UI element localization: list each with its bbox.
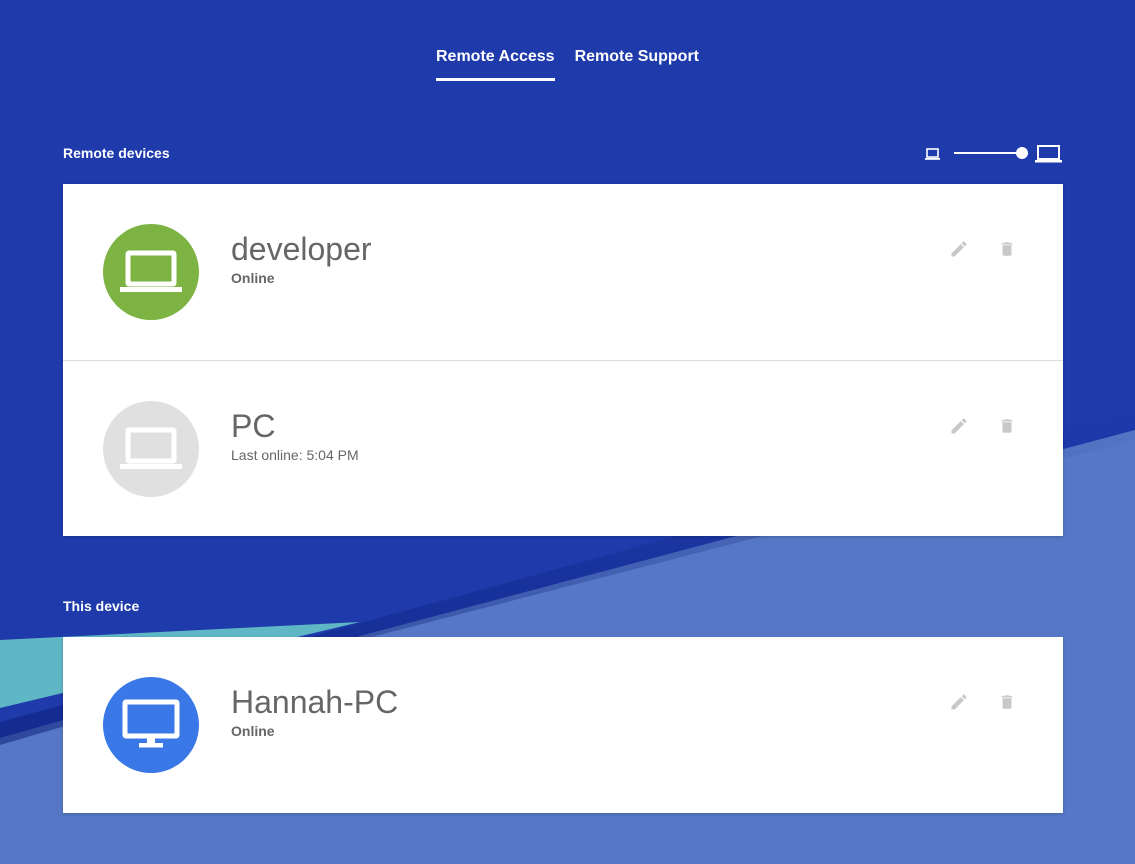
large-laptop-icon — [1035, 145, 1062, 163]
trash-icon — [1001, 695, 1013, 709]
edit-button[interactable] — [947, 414, 971, 438]
trash-icon — [1001, 419, 1013, 433]
device-row-pc[interactable]: PC Last online: 5:04 PM — [63, 360, 1063, 536]
device-name: Hannah-PC — [231, 684, 399, 720]
edit-button[interactable] — [947, 690, 971, 714]
device-avatar — [103, 677, 199, 773]
this-device-heading: This device — [63, 598, 140, 614]
laptop-icon — [120, 250, 182, 292]
pencil-icon — [951, 694, 967, 710]
delete-button[interactable] — [995, 237, 1019, 261]
delete-button[interactable] — [995, 690, 1019, 714]
remote-devices-heading: Remote devices — [63, 145, 170, 161]
device-avatar — [103, 224, 199, 320]
pencil-icon — [951, 418, 967, 434]
device-status: Last online: 5:04 PM — [231, 447, 359, 463]
edit-button[interactable] — [947, 237, 971, 261]
device-status: Online — [231, 270, 275, 286]
device-name: PC — [231, 408, 276, 444]
device-name: developer — [231, 231, 372, 267]
device-row-developer[interactable]: developer Online — [63, 184, 1063, 360]
trash-icon — [1001, 242, 1013, 256]
remote-devices-card: developer Online PC Last online: 5:04 PM — [63, 184, 1063, 536]
tab-bar: Remote Access Remote Support — [0, 48, 1135, 81]
pencil-icon — [951, 241, 967, 257]
device-row-hannah-pc[interactable]: Hannah-PC Online — [63, 637, 1063, 813]
card-size-slider[interactable] — [924, 143, 1064, 165]
slider-thumb — [1016, 147, 1028, 159]
device-status: Online — [231, 723, 275, 739]
monitor-icon — [122, 699, 180, 748]
tab-remote-support[interactable]: Remote Support — [575, 48, 699, 81]
small-laptop-icon — [925, 148, 940, 160]
tab-remote-access[interactable]: Remote Access — [435, 48, 555, 81]
device-avatar — [103, 401, 199, 497]
delete-button[interactable] — [995, 414, 1019, 438]
this-device-card: Hannah-PC Online — [63, 637, 1063, 813]
laptop-icon — [120, 427, 182, 469]
